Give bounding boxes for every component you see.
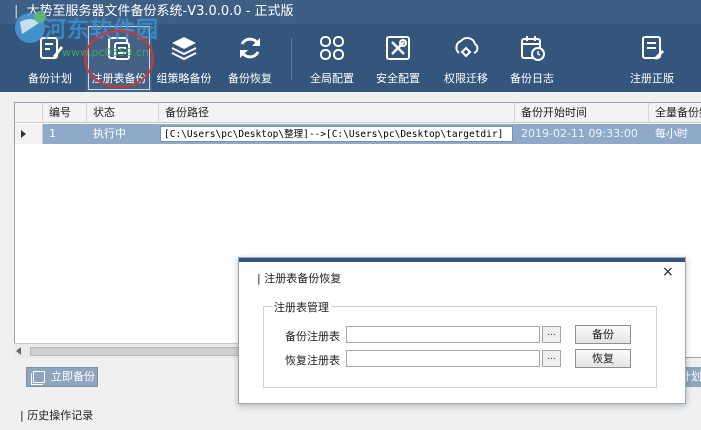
registry-backup-restore-dialog: | 注册表备份恢复 × 注册表管理 备份注册表 ... 备份 恢复注册表 ...… — [238, 257, 686, 404]
registry-management-group: 注册表管理 — [263, 299, 657, 388]
toolbar-label: 备份计划 — [28, 72, 72, 85]
restore-registry-label: 恢复注册表 — [285, 354, 340, 367]
toolbar-registry-backup-button[interactable]: 注册表备份 — [86, 24, 152, 92]
edit-document-icon — [40, 37, 63, 59]
backup-now-button[interactable]: 立即备份 — [26, 367, 98, 387]
toolbar-label: 备份恢复 — [228, 72, 272, 85]
toolbar-label: 权限迁移 — [444, 72, 488, 85]
restore-button[interactable]: 恢复 — [575, 349, 631, 368]
dialog-title: | 注册表备份恢复 — [257, 270, 341, 286]
backup-registry-path-input[interactable] — [346, 326, 540, 343]
window-title: 大势至服务器文件备份系统-V3.0.0.0 - 正式版 — [26, 4, 294, 19]
grid-header-corner — [15, 103, 43, 123]
tools-icon — [386, 36, 410, 60]
history-label: 历史操作记录 — [27, 409, 94, 422]
dialog-title-text: 注册表备份恢复 — [264, 272, 342, 285]
backup-registry-label: 备份注册表 — [285, 330, 340, 343]
column-header-status[interactable]: 状态 — [87, 103, 159, 123]
toolbar-register-button[interactable]: 注册正版 — [624, 24, 680, 92]
toolbar-global-config-button[interactable]: 全局配置 — [304, 24, 360, 92]
registry-book-icon — [108, 37, 130, 60]
cell-id: 1 — [49, 127, 56, 140]
grid-header: 编号 状态 备份路径 备份开始时间 全量备份频 — [15, 103, 701, 123]
cell-status: 执行中 — [93, 127, 126, 140]
dialog-top-accent — [239, 258, 685, 262]
row-pointer-icon — [21, 130, 26, 138]
toolbar-security-config-button[interactable]: 安全配置 — [370, 24, 426, 92]
close-icon[interactable]: × — [662, 264, 674, 280]
refresh-icon — [240, 37, 260, 59]
cell-path[interactable]: [C:\Users\pc\Desktop\整理]-->[C:\Users\pc\… — [160, 126, 513, 142]
toolbar-label: 注册正版 — [630, 72, 674, 85]
backup-now-label: 立即备份 — [51, 370, 95, 383]
scrollbar-thumb[interactable] — [30, 347, 250, 356]
title-bar: | 大势至服务器文件备份系统-V3.0.0.0 - 正式版 — [0, 0, 701, 24]
scroll-left-icon[interactable] — [16, 347, 21, 355]
group-legend: 注册表管理 — [272, 299, 331, 315]
column-header-path[interactable]: 备份路径 — [159, 103, 515, 123]
main-toolbar: 备份计划 注册表备份 组策略备份 备份恢复 全局配置 安全配置 权限迁移 备份日… — [0, 24, 701, 92]
grid-horizontal-scrollbar[interactable] — [14, 343, 254, 358]
toolbar-label: 备份日志 — [510, 72, 554, 85]
toolbar-label: 全局配置 — [310, 72, 354, 85]
toolbar-backup-restore-button[interactable]: 备份恢复 — [222, 24, 278, 92]
title-bar-divider: | — [14, 4, 19, 19]
copy-icon-back — [31, 373, 43, 385]
stack-layers-icon — [171, 37, 197, 61]
register-icon — [642, 36, 664, 60]
toolbar-label: 安全配置 — [376, 72, 420, 85]
column-header-id[interactable]: 编号 — [43, 103, 87, 123]
grid-icon — [320, 36, 344, 60]
cell-start-time: 2019-02-11 09:33:00 — [521, 127, 638, 140]
backup-browse-button[interactable]: ... — [542, 326, 561, 343]
history-operation-link[interactable]: | 历史操作记录 — [20, 407, 93, 423]
toolbar-backup-log-button[interactable]: 备份日志 — [504, 24, 560, 92]
toolbar-group-policy-backup-button[interactable]: 组策略备份 — [154, 24, 214, 92]
toolbar-backup-plan-button[interactable]: 备份计划 — [20, 24, 80, 92]
cell-frequency: 每小时 — [655, 127, 688, 140]
calendar-clock-icon — [521, 36, 545, 61]
table-row[interactable]: 1 执行中 [C:\Users\pc\Desktop\整理]-->[C:\Use… — [15, 124, 701, 144]
transfer-icon — [455, 37, 479, 58]
column-header-start-time[interactable]: 备份开始时间 — [515, 103, 649, 123]
toolbar-label: 组策略备份 — [156, 72, 212, 85]
row-selector[interactable] — [15, 124, 43, 144]
backup-button[interactable]: 备份 — [575, 325, 631, 344]
toolbar-label: 注册表备份 — [91, 72, 147, 85]
toolbar-separator — [291, 38, 292, 80]
column-header-frequency[interactable]: 全量备份频 — [649, 103, 701, 123]
toolbar-permission-migrate-button[interactable]: 权限迁移 — [438, 24, 494, 92]
restore-registry-path-input[interactable] — [346, 350, 540, 367]
restore-browse-button[interactable]: ... — [542, 350, 561, 367]
